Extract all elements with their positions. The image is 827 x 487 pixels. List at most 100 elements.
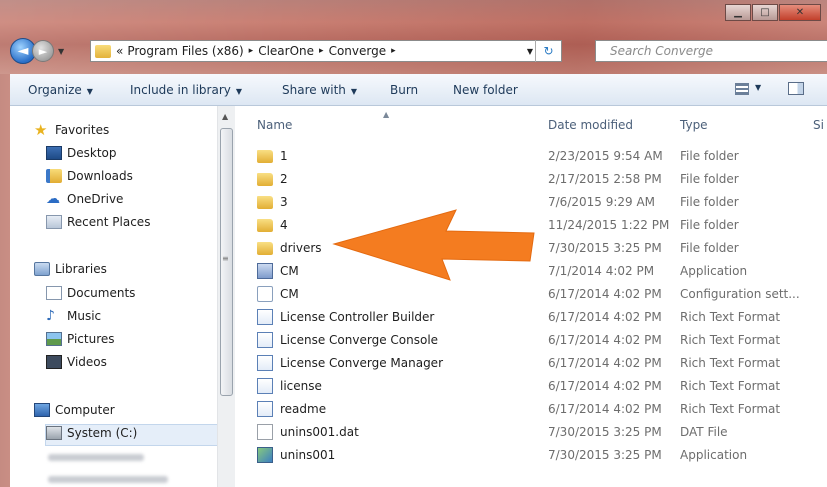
breadcrumb-converge[interactable]: Converge xyxy=(329,44,387,58)
file-row[interactable]: unins001.dat 7/30/2015 3:25 PM DAT File xyxy=(235,421,827,444)
share-with-button[interactable]: Share with ▼ xyxy=(282,83,357,97)
nav-onedrive-label: OneDrive xyxy=(67,192,124,206)
forward-button[interactable]: ► xyxy=(32,40,54,62)
file-date: 11/24/2015 1:22 PM xyxy=(548,218,670,232)
command-bar: Organize ▼ Include in library ▼ Share with… xyxy=(10,74,827,106)
organize-label: Organize xyxy=(28,83,82,97)
explorer-window: ▁ □ ✕ ◄ ► ▼ « Program Files (x86) ▸ Clea… xyxy=(0,0,827,487)
organize-button[interactable]: Organize ▼ xyxy=(28,83,93,97)
preview-pane-icon[interactable] xyxy=(788,82,804,95)
file-name: license xyxy=(280,379,322,393)
scroll-up-arrow-icon[interactable]: ▲ xyxy=(222,112,228,121)
nav-favorites-label: Favorites xyxy=(55,123,110,137)
star-icon: ★ xyxy=(34,121,48,139)
file-row[interactable]: readme 6/17/2014 4:02 PM Rich Text Forma… xyxy=(235,398,827,421)
blurred-drive-item xyxy=(48,476,168,483)
file-row[interactable]: License Converge Console 6/17/2014 4:02 … xyxy=(235,329,827,352)
scrollbar-grip-icon: ≡ xyxy=(222,254,229,263)
view-options-dropdown[interactable]: ▼ xyxy=(755,83,761,92)
file-name: 3 xyxy=(280,195,288,209)
maximize-button[interactable]: □ xyxy=(752,4,778,21)
address-history-dropdown[interactable]: ▼ xyxy=(527,47,533,56)
file-type: Rich Text Format xyxy=(680,402,781,416)
file-row[interactable]: license 6/17/2014 4:02 PM Rich Text Form… xyxy=(235,375,827,398)
forward-arrow-icon: ► xyxy=(38,44,48,58)
column-header-size[interactable]: Si xyxy=(813,118,824,132)
include-in-library-label: Include in library xyxy=(130,83,231,97)
address-bar[interactable]: « Program Files (x86) ▸ ClearOne ▸ Conve… xyxy=(90,40,562,62)
burn-button[interactable]: Burn xyxy=(390,83,418,97)
column-header-name[interactable]: Name xyxy=(257,118,292,132)
include-in-library-button[interactable]: Include in library ▼ xyxy=(130,83,242,97)
file-name: 2 xyxy=(280,172,288,186)
refresh-button[interactable]: ↻ xyxy=(535,40,561,62)
file-name: drivers xyxy=(280,241,322,255)
nav-libraries-label: Libraries xyxy=(55,262,107,276)
chevron-down-icon: ▼ xyxy=(86,87,93,96)
blurred-drive-item xyxy=(48,454,144,461)
minimize-button[interactable]: ▁ xyxy=(725,4,751,21)
breadcrumb-separator[interactable]: ▸ xyxy=(319,46,324,56)
file-name: License Converge Console xyxy=(280,333,439,347)
file-date: 2/17/2015 2:58 PM xyxy=(548,172,662,186)
file-date: 7/6/2015 9:29 AM xyxy=(548,195,656,209)
file-type: File folder xyxy=(680,149,739,163)
window-controls: ▁ □ ✕ xyxy=(724,4,821,21)
breadcrumb-program-files[interactable]: Program Files (x86) xyxy=(127,44,243,58)
file-name: 4 xyxy=(280,218,288,232)
file-row[interactable]: License Controller Builder 6/17/2014 4:0… xyxy=(235,306,827,329)
chevron-down-icon: ▼ xyxy=(235,87,243,96)
file-name: 1 xyxy=(280,149,288,163)
nav-downloads[interactable]: Downloads xyxy=(46,169,133,183)
nav-recent-places[interactable]: Recent Places xyxy=(46,215,150,229)
folder-icon xyxy=(257,242,273,255)
file-row[interactable]: 1 2/23/2015 9:54 AM File folder xyxy=(235,145,827,168)
file-row[interactable]: unins001 7/30/2015 3:25 PM Application xyxy=(235,444,827,467)
nav-music[interactable]: ♪ Music xyxy=(46,309,101,323)
nav-pictures[interactable]: Pictures xyxy=(46,332,115,346)
nav-videos[interactable]: Videos xyxy=(46,355,107,369)
navigation-pane-scrollbar[interactable]: ▲ ≡ xyxy=(217,106,235,487)
nav-libraries[interactable]: Libraries xyxy=(34,262,107,276)
nav-system-drive[interactable]: System (C:) xyxy=(46,426,137,440)
nav-onedrive[interactable]: ☁ OneDrive xyxy=(46,192,123,206)
nav-computer[interactable]: Computer xyxy=(34,403,115,417)
file-list: ▲ Name Date modified Type Si 1 2/23/2015… xyxy=(235,106,827,487)
application-icon xyxy=(257,263,273,279)
file-row[interactable]: 2 2/17/2015 2:58 PM File folder xyxy=(235,168,827,191)
file-row[interactable]: CM 6/17/2014 4:02 PM Configuration sett.… xyxy=(235,283,827,306)
music-note-icon: ♪ xyxy=(46,308,55,324)
nav-recent-places-label: Recent Places xyxy=(67,215,151,229)
videos-icon xyxy=(46,355,62,369)
rtf-document-icon xyxy=(257,401,273,417)
recent-pages-dropdown[interactable]: ▼ xyxy=(58,47,64,56)
arrow-shape xyxy=(332,209,535,281)
change-view-icon[interactable] xyxy=(735,83,749,95)
nav-documents[interactable]: Documents xyxy=(46,286,135,300)
nav-pictures-label: Pictures xyxy=(67,332,115,346)
breadcrumb-clearone[interactable]: ClearOne xyxy=(258,44,314,58)
address-overflow-chevron[interactable]: « xyxy=(116,44,123,58)
file-date: 6/17/2014 4:02 PM xyxy=(548,310,662,324)
nav-favorites[interactable]: ★ Favorites xyxy=(34,121,110,139)
column-header-type[interactable]: Type xyxy=(680,118,708,132)
file-name: License Controller Builder xyxy=(280,310,435,324)
nav-documents-label: Documents xyxy=(67,286,136,300)
column-header-date-modified[interactable]: Date modified xyxy=(548,118,633,132)
sort-ascending-icon: ▲ xyxy=(383,110,390,119)
breadcrumb-separator[interactable]: ▸ xyxy=(249,46,254,56)
file-row[interactable]: License Converge Manager 6/17/2014 4:02 … xyxy=(235,352,827,375)
nav-desktop[interactable]: Desktop xyxy=(46,146,117,160)
breadcrumb-separator[interactable]: ▸ xyxy=(391,46,396,56)
close-button[interactable]: ✕ xyxy=(779,4,821,21)
file-name: CM xyxy=(280,264,299,278)
back-arrow-icon: ◄ xyxy=(17,43,29,59)
search-input[interactable]: Search Converge xyxy=(595,40,827,62)
file-type: Rich Text Format xyxy=(680,356,781,370)
file-type: File folder xyxy=(680,172,739,186)
file-date: 7/30/2015 3:25 PM xyxy=(548,425,662,439)
folder-icon xyxy=(257,150,273,163)
setup-application-icon xyxy=(257,447,273,463)
rtf-document-icon xyxy=(257,355,273,371)
new-folder-button[interactable]: New folder xyxy=(453,83,518,97)
